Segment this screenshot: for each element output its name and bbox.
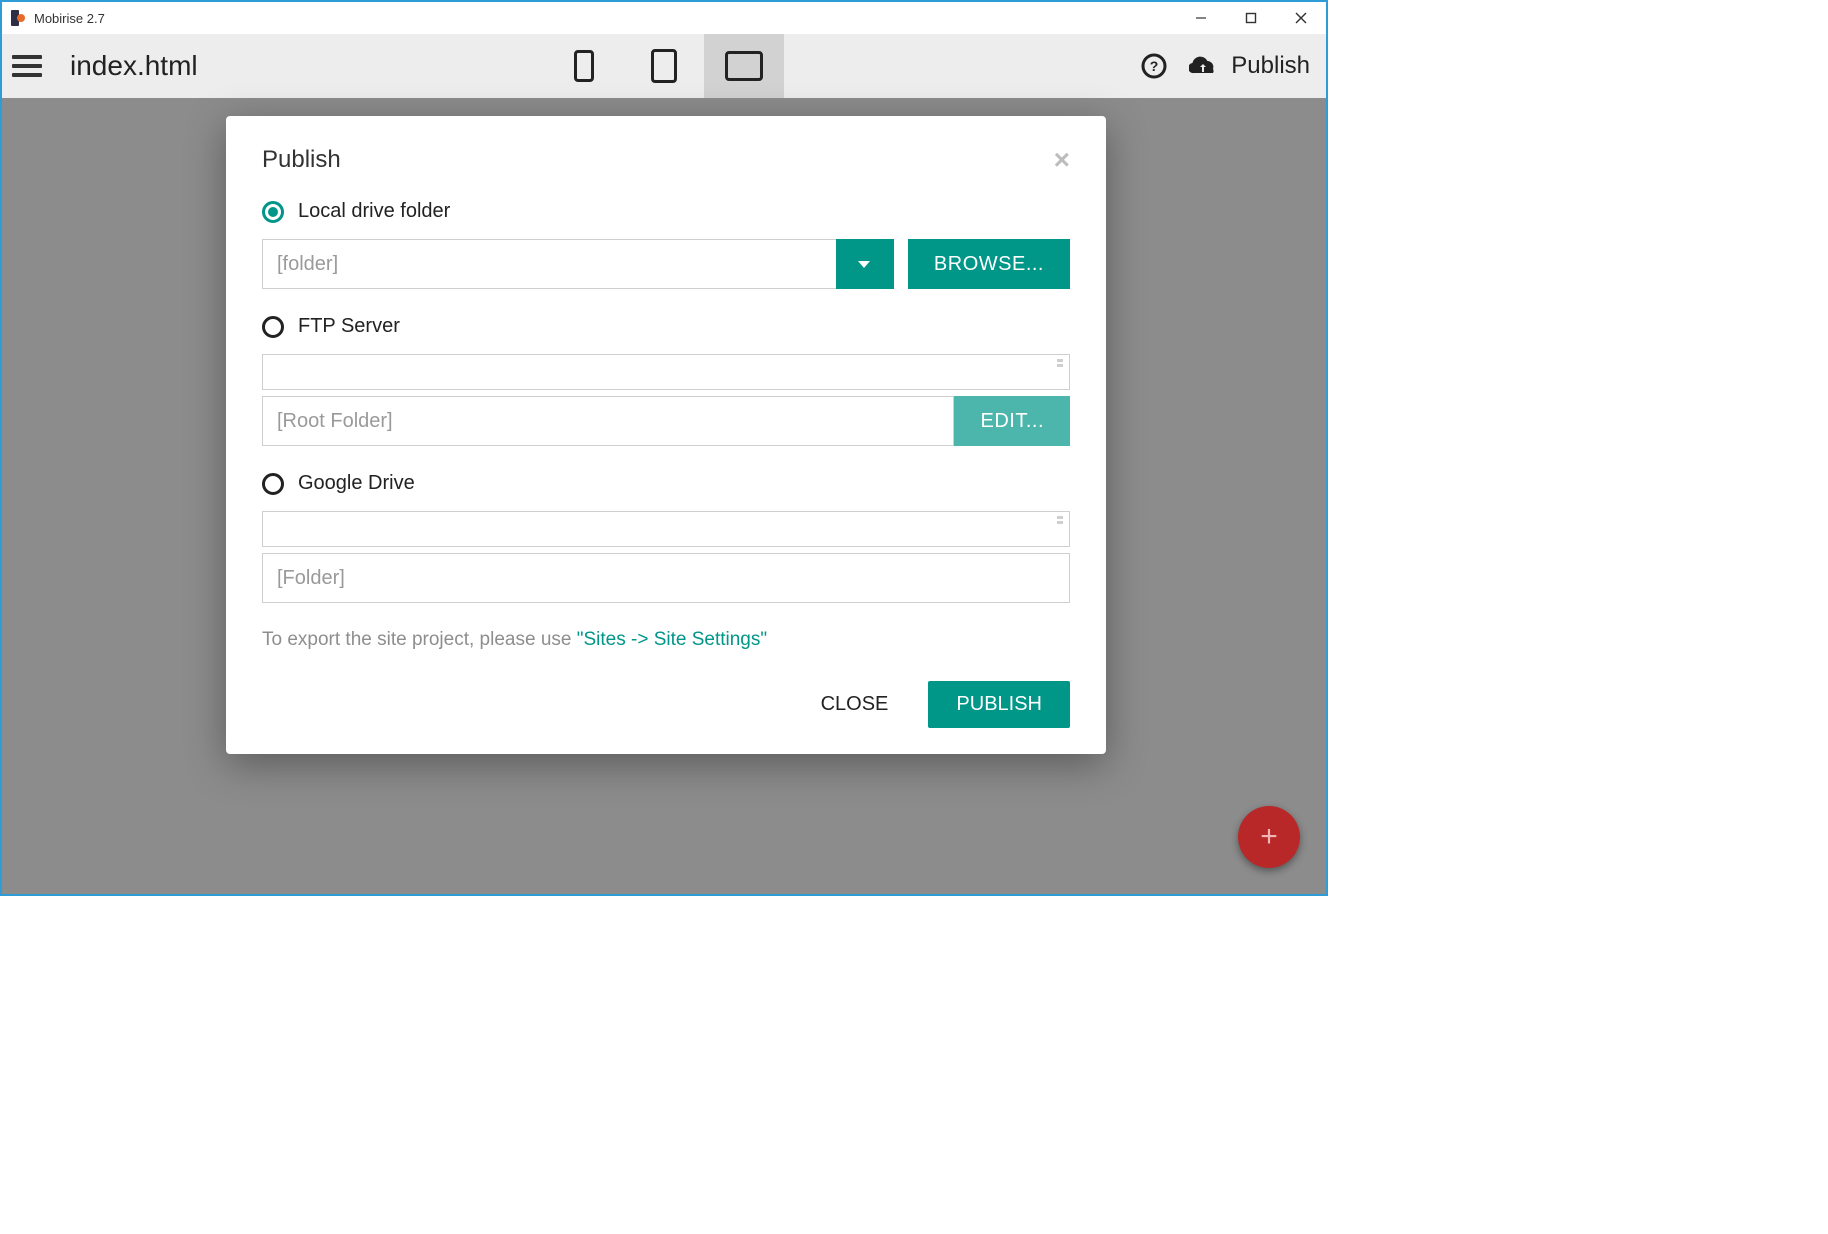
- desktop-icon: [725, 51, 763, 81]
- ftp-edit-button[interactable]: EDIT...: [954, 396, 1070, 446]
- app-toolbar: index.html ?: [2, 34, 1326, 98]
- option-local-label: Local drive folder: [298, 200, 450, 223]
- publish-toolbar-button[interactable]: Publish: [1189, 52, 1310, 80]
- window-minimize-button[interactable]: [1176, 2, 1226, 34]
- tablet-icon: [651, 49, 677, 83]
- gdrive-folder-placeholder: [Folder]: [277, 567, 345, 590]
- radio-ftp[interactable]: [262, 316, 284, 338]
- local-folder-placeholder: [folder]: [277, 253, 338, 276]
- app-logo-icon: [8, 9, 26, 27]
- close-button[interactable]: CLOSE: [811, 681, 899, 728]
- ftp-root-placeholder: [Root Folder]: [277, 410, 393, 433]
- hint-link[interactable]: "Sites -> Site Settings": [577, 629, 767, 650]
- local-folder-input[interactable]: [folder]: [262, 239, 836, 289]
- phone-icon: [574, 50, 594, 82]
- modal-close-x[interactable]: ×: [1054, 146, 1070, 174]
- option-ftp-label: FTP Server: [298, 315, 400, 338]
- ftp-server-select[interactable]: [262, 354, 1070, 390]
- modal-header: Publish ×: [262, 146, 1070, 174]
- window-close-button[interactable]: [1276, 2, 1326, 34]
- device-preview-switch: [544, 34, 784, 98]
- local-folder-dropdown-button[interactable]: [836, 239, 894, 289]
- publish-button[interactable]: PUBLISH: [928, 681, 1070, 728]
- window-title: Mobirise 2.7: [34, 11, 105, 26]
- hint-prefix: To export the site project, please use: [262, 629, 577, 650]
- option-ftp: FTP Server [Root Folder] EDIT...: [262, 315, 1070, 446]
- option-local-drive: Local drive folder [folder] BROWSE...: [262, 200, 1070, 289]
- option-gdrive-label: Google Drive: [298, 472, 415, 495]
- gdrive-account-select[interactable]: [262, 511, 1070, 547]
- add-block-fab[interactable]: +: [1238, 806, 1300, 868]
- browse-button[interactable]: BROWSE...: [908, 239, 1070, 289]
- app-window: Mobirise 2.7 index.html: [0, 0, 1328, 896]
- caret-down-icon: [858, 261, 870, 268]
- modal-title: Publish: [262, 146, 341, 174]
- page-title: index.html: [70, 50, 198, 82]
- publish-modal: Publish × Local drive folder [folder]: [226, 116, 1106, 754]
- publish-toolbar-label: Publish: [1231, 52, 1310, 80]
- cloud-upload-icon: [1189, 55, 1219, 77]
- window-maximize-button[interactable]: [1226, 2, 1276, 34]
- radio-local-drive[interactable]: [262, 201, 284, 223]
- ftp-root-folder-input[interactable]: [Root Folder]: [262, 396, 954, 446]
- device-phone-button[interactable]: [544, 34, 624, 98]
- modal-footer: CLOSE PUBLISH: [262, 681, 1070, 728]
- help-icon[interactable]: ?: [1141, 53, 1167, 79]
- hamburger-menu-icon[interactable]: [12, 47, 50, 85]
- option-google-drive: Google Drive [Folder]: [262, 472, 1070, 603]
- svg-text:?: ?: [1150, 58, 1159, 74]
- radio-google-drive[interactable]: [262, 473, 284, 495]
- export-hint: To export the site project, please use "…: [262, 629, 1070, 651]
- device-tablet-button[interactable]: [624, 34, 704, 98]
- gdrive-folder-input[interactable]: [Folder]: [262, 553, 1070, 603]
- window-titlebar: Mobirise 2.7: [2, 2, 1326, 34]
- modal-backdrop: index.html ?: [2, 34, 1326, 894]
- device-desktop-button[interactable]: [704, 34, 784, 98]
- plus-icon: +: [1260, 820, 1278, 854]
